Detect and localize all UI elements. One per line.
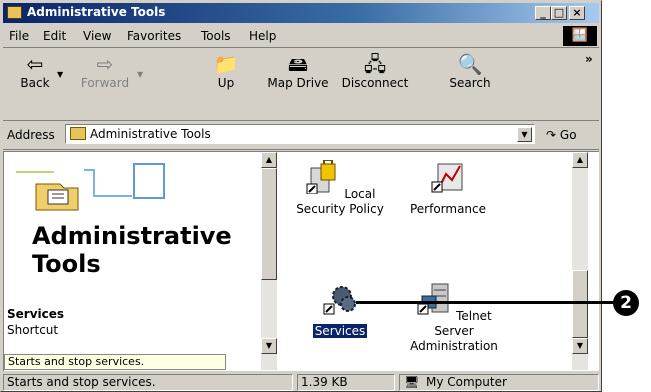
- address-input[interactable]: Administrative Tools ▼: [65, 124, 535, 144]
- info-pane: Administrative Tools Services Shortcut S…: [4, 152, 262, 370]
- toolbar-more-button[interactable]: »: [585, 52, 593, 66]
- map-drive-icon: 🖴: [287, 52, 309, 76]
- forward-button[interactable]: ⇨ Forward: [75, 52, 135, 90]
- map-drive-button[interactable]: 🖴 Map Drive: [265, 52, 331, 90]
- go-label: Go: [559, 128, 577, 142]
- folder-banner-graphic: [16, 163, 165, 211]
- list-item-telnet-server-administration[interactable]: Telnet Server Administration: [404, 282, 504, 354]
- menu-help[interactable]: Help: [249, 29, 276, 43]
- status-size: 1.39 KB: [297, 374, 395, 391]
- folder-icon: [70, 127, 86, 140]
- up-button[interactable]: 📁 Up: [209, 52, 243, 90]
- file-list: Local Security Policy Performance Servic…: [280, 152, 570, 370]
- disconnect-button[interactable]: 🖧 Disconnect: [335, 52, 415, 90]
- info-pane-scrollbar[interactable]: ▲ ▼: [261, 152, 277, 370]
- list-item-services[interactable]: Services: [300, 282, 380, 339]
- search-button[interactable]: 🔍 Search: [443, 52, 497, 90]
- up-label: Up: [217, 76, 235, 90]
- address-bar: Address Administrative Tools ▼ ↷ Go: [3, 121, 599, 150]
- content-area: Administrative Tools Services Shortcut S…: [3, 151, 599, 371]
- menu-bar: File Edit View Favorites Tools Help 🪟: [3, 25, 599, 48]
- menu-view[interactable]: View: [83, 29, 111, 43]
- forward-label: Forward: [80, 76, 130, 90]
- address-label: Address: [7, 128, 55, 142]
- disconnect-label: Disconnect: [341, 76, 409, 90]
- scroll-down-arrow-icon[interactable]: ▼: [572, 338, 588, 354]
- search-icon: 🔍: [457, 52, 483, 76]
- status-location-label: My Computer: [426, 375, 507, 389]
- services-label: Services: [312, 324, 368, 338]
- menu-tools[interactable]: Tools: [201, 29, 231, 43]
- callout-badge: 2: [613, 290, 639, 316]
- title-bar: Administrative Tools _ □ ×: [3, 3, 599, 23]
- folder-icon: [7, 6, 22, 19]
- back-button[interactable]: ⇦ Back: [13, 52, 57, 90]
- pane-title: Administrative Tools: [32, 222, 232, 278]
- go-arrow-icon: ↷: [546, 128, 557, 142]
- scroll-up-arrow-icon[interactable]: ▲: [261, 152, 277, 168]
- status-bar: Starts and stop services. 1.39 KB 🖥 My C…: [3, 373, 599, 391]
- forward-dropdown-icon[interactable]: ▼: [137, 70, 143, 79]
- search-label: Search: [449, 76, 491, 90]
- toolbar: ⇦ Back ▼ ⇨ Forward ▼ 📁 Up 🖴 Map Drive 🖧 …: [3, 48, 599, 121]
- selected-item-description: Starts and stop services.: [4, 354, 226, 370]
- my-computer-icon: 🖥: [404, 375, 420, 389]
- minimize-button[interactable]: _: [535, 6, 551, 20]
- scroll-up-arrow-icon[interactable]: ▲: [572, 152, 588, 168]
- forward-arrow-icon: ⇨: [96, 52, 114, 76]
- scroll-thumb[interactable]: [261, 168, 277, 280]
- scroll-down-arrow-icon[interactable]: ▼: [261, 338, 277, 354]
- callout-line: [356, 301, 615, 304]
- selected-item-type: Shortcut: [7, 323, 59, 337]
- telnet-server-icon: [417, 283, 449, 315]
- disconnect-icon: 🖧: [363, 52, 387, 76]
- local-security-policy-icon: [306, 159, 336, 195]
- window-title: Administrative Tools: [27, 5, 166, 19]
- menu-favorites[interactable]: Favorites: [127, 29, 181, 43]
- close-button[interactable]: ×: [569, 6, 585, 20]
- file-list-scrollbar[interactable]: ▲ ▼: [572, 152, 588, 370]
- status-text: Starts and stop services.: [3, 374, 293, 391]
- maximize-button[interactable]: □: [551, 6, 567, 20]
- windows-logo-icon: 🪟: [563, 26, 597, 46]
- back-dropdown-icon[interactable]: ▼: [57, 70, 63, 79]
- menu-file[interactable]: File: [9, 29, 29, 43]
- go-button[interactable]: ↷ Go: [546, 128, 577, 142]
- address-dropdown-button[interactable]: ▼: [517, 127, 532, 142]
- selected-item-name: Services: [7, 307, 65, 321]
- list-item-performance[interactable]: Performance: [398, 160, 498, 217]
- menu-edit[interactable]: Edit: [43, 29, 66, 43]
- status-location: 🖥 My Computer: [399, 374, 599, 391]
- address-value: Administrative Tools: [90, 127, 211, 141]
- back-label: Back: [20, 76, 50, 90]
- explorer-window: Administrative Tools _ □ × File Edit Vie…: [0, 0, 602, 392]
- performance-label: Performance: [409, 202, 487, 216]
- services-gear-icon: [323, 286, 356, 315]
- up-folder-icon: 📁: [213, 52, 239, 76]
- scroll-thumb[interactable]: [572, 270, 588, 338]
- performance-icon: [431, 163, 463, 193]
- map-drive-label: Map Drive: [267, 76, 329, 90]
- back-arrow-icon: ⇦: [26, 52, 44, 76]
- list-item-local-security-policy[interactable]: Local Security Policy: [290, 159, 390, 217]
